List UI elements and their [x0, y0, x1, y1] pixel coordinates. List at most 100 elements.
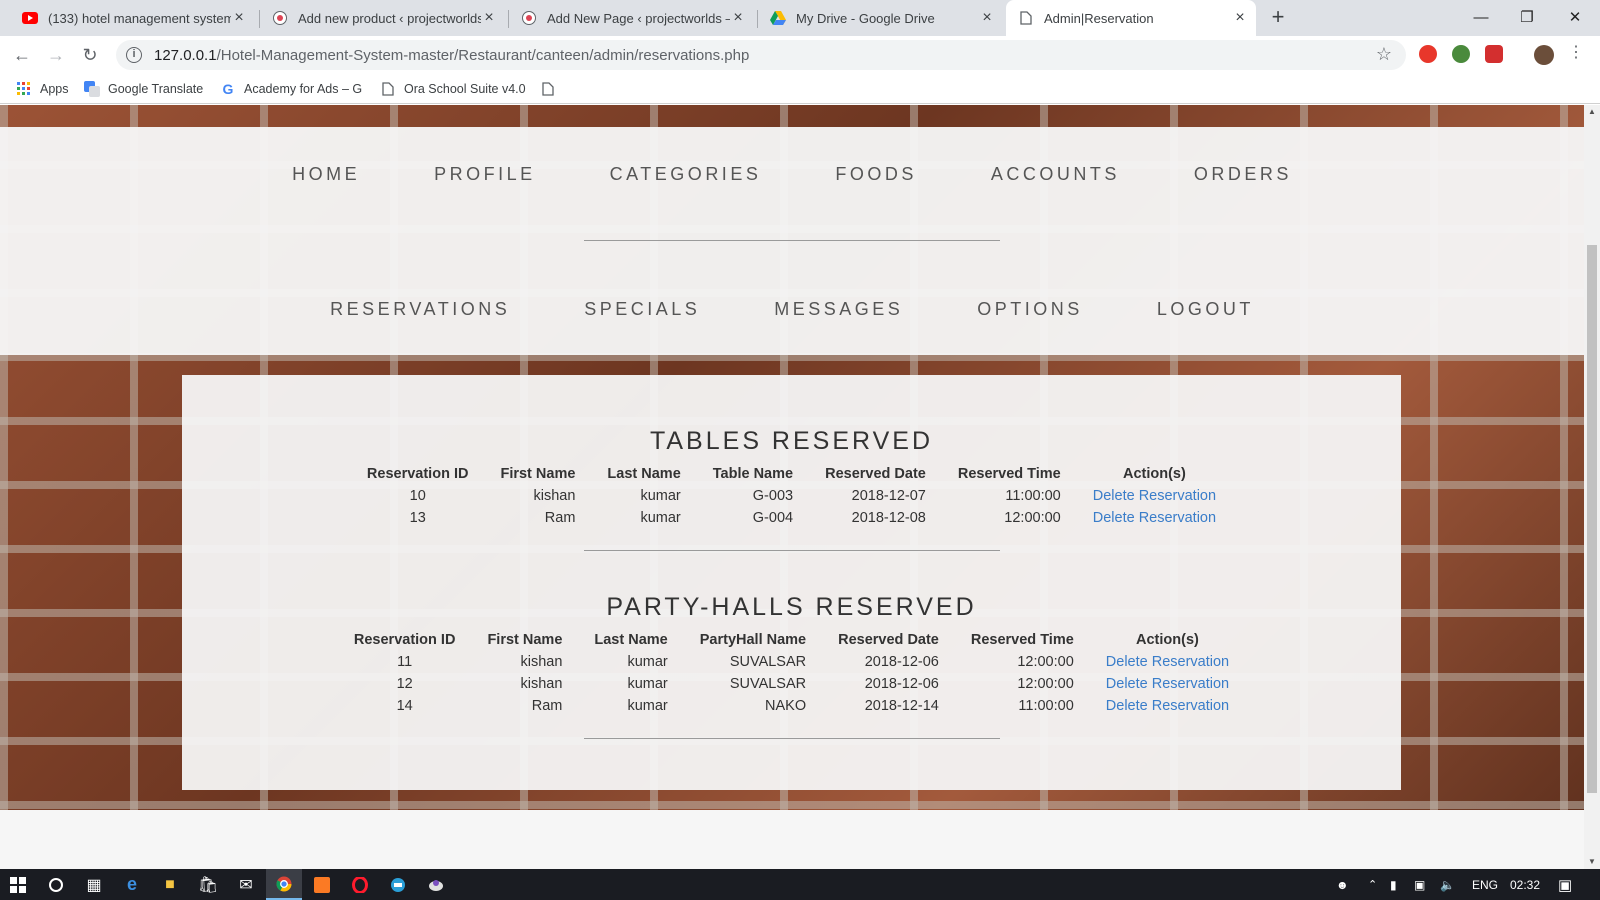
- table-row: 12 kishan kumar SUVALSAR 2018-12-06 12:0…: [338, 673, 1245, 695]
- column-header: Reserved Date: [825, 466, 926, 482]
- delete-reservation-link[interactable]: Delete Reservation: [1090, 673, 1245, 695]
- bookmark-star-icon[interactable]: ☆: [1376, 44, 1392, 65]
- volume-icon[interactable]: 🔈: [1440, 869, 1455, 900]
- opera-taskbar-icon[interactable]: [342, 869, 378, 900]
- page-scrollbar[interactable]: ▲ ▼: [1584, 105, 1600, 869]
- delete-reservation-link[interactable]: Delete Reservation: [1090, 651, 1245, 673]
- party-halls-reserved-table: Reservation ID First Name Last Name Part…: [338, 629, 1245, 717]
- tab-title: My Drive - Google Drive: [796, 10, 935, 26]
- table-row: 10 kishan kumar G-003 2018-12-07 11:00:0…: [351, 485, 1232, 507]
- table-name-cell: G-004: [752, 510, 794, 526]
- reservation-id-cell: 10: [409, 488, 426, 504]
- column-header: Table Name: [712, 466, 794, 482]
- tab-title: Add New Page ‹ projectworlds —: [547, 10, 730, 26]
- page-icon: [540, 81, 556, 97]
- column-header: Action(s): [1136, 632, 1199, 648]
- forward-icon[interactable]: →: [44, 43, 68, 67]
- delete-reservation-link[interactable]: Delete Reservation: [1090, 695, 1245, 717]
- nav-logout[interactable]: LOGOUT: [1157, 299, 1254, 320]
- browser-toolbar: ← → ↻ i 127.0.0.1/Hotel-Management-Syste…: [0, 36, 1600, 74]
- delete-reservation-link[interactable]: Delete Reservation: [1077, 507, 1232, 529]
- close-tab-icon[interactable]: ×: [481, 10, 497, 26]
- nav-home[interactable]: HOME: [292, 164, 360, 185]
- app-taskbar-icon[interactable]: [418, 869, 454, 900]
- last-name-cell: kumar: [627, 698, 668, 714]
- last-name-cell: kumar: [640, 488, 681, 504]
- last-name-cell: kumar: [640, 510, 681, 526]
- nav-options[interactable]: OPTIONS: [977, 299, 1083, 320]
- back-icon[interactable]: ←: [10, 43, 34, 67]
- bookmark-ora-school-suite[interactable]: Ora School Suite v4.0: [380, 80, 526, 98]
- bookmark-google-translate[interactable]: Google Translate: [84, 80, 203, 98]
- chrome-taskbar-icon[interactable]: [266, 869, 302, 900]
- restore-icon[interactable]: ❐: [1504, 0, 1550, 34]
- nav-orders[interactable]: ORDERS: [1194, 164, 1292, 185]
- windows-start-icon[interactable]: [0, 869, 36, 900]
- battery-icon[interactable]: ▮: [1390, 869, 1397, 900]
- reservation-id-cell: 11: [397, 654, 413, 670]
- nav-specials[interactable]: SPECIALS: [584, 299, 700, 320]
- people-icon[interactable]: ☻: [1336, 869, 1349, 900]
- chevron-up-icon[interactable]: ⌃: [1368, 869, 1377, 900]
- close-tab-icon[interactable]: ×: [979, 10, 995, 26]
- network-icon[interactable]: ▣: [1414, 869, 1425, 900]
- globe-extension-icon[interactable]: [1452, 45, 1470, 63]
- task-view-icon[interactable]: ▦: [76, 869, 112, 900]
- bookmark-apps[interactable]: Apps: [16, 80, 69, 98]
- close-tab-icon[interactable]: ×: [231, 10, 247, 26]
- edge-browser-icon[interactable]: e: [114, 869, 150, 900]
- nav-accounts[interactable]: ACCOUNTS: [991, 164, 1120, 185]
- nav-categories[interactable]: CATEGORIES: [610, 164, 762, 185]
- nav-foods[interactable]: FOODS: [835, 164, 917, 185]
- reserved-time-cell: 12:00:00: [1004, 510, 1061, 526]
- address-bar[interactable]: i 127.0.0.1/Hotel-Management-System-mast…: [116, 40, 1406, 70]
- new-tab-button[interactable]: +: [1266, 6, 1290, 30]
- scrollbar-thumb[interactable]: [1587, 245, 1597, 793]
- nav-messages[interactable]: MESSAGES: [774, 299, 903, 320]
- table-header-row: Reservation ID First Name Last Name Part…: [338, 629, 1245, 651]
- tab-youtube[interactable]: (133) hotel management system ×: [10, 0, 255, 36]
- party-halls-reserved-heading: PARTY-HALLS RESERVED: [606, 593, 977, 621]
- close-window-icon[interactable]: ✕: [1552, 0, 1598, 34]
- xampp-icon[interactable]: [304, 869, 340, 900]
- mail-icon[interactable]: ✉: [228, 869, 264, 900]
- nav-reservations[interactable]: RESERVATIONS: [330, 299, 510, 320]
- scroll-up-arrow-icon[interactable]: ▲: [1584, 105, 1600, 119]
- close-tab-icon[interactable]: ×: [1232, 10, 1248, 26]
- delete-reservation-link[interactable]: Delete Reservation: [1077, 485, 1232, 507]
- file-explorer-icon[interactable]: ■: [152, 869, 188, 900]
- ib-extension-icon[interactable]: [1485, 45, 1503, 63]
- cortana-search-icon[interactable]: [38, 869, 74, 900]
- profile-avatar[interactable]: [1534, 45, 1554, 65]
- tab-google-drive[interactable]: My Drive - Google Drive ×: [758, 0, 1003, 36]
- menu-kebab-icon[interactable]: ⋮: [1568, 45, 1584, 63]
- minimize-icon[interactable]: —: [1458, 0, 1504, 34]
- column-header: Reserved Date: [838, 632, 939, 648]
- tab-add-page[interactable]: Add New Page ‹ projectworlds — ×: [509, 0, 754, 36]
- tab-title: Add new product ‹ projectworlds: [298, 10, 481, 26]
- store-icon[interactable]: 🛍: [190, 869, 226, 900]
- scroll-down-arrow-icon[interactable]: ▼: [1584, 855, 1600, 869]
- section-divider: [584, 550, 1000, 551]
- column-header: Reservation ID: [366, 466, 469, 482]
- bookmark-label: Ora School Suite v4.0: [404, 82, 526, 96]
- nav-profile[interactable]: PROFILE: [434, 164, 536, 185]
- column-header: Reservation ID: [353, 632, 456, 648]
- clock[interactable]: 02:32: [1510, 869, 1540, 900]
- url-host: 127.0.0.1: [154, 46, 217, 64]
- bookmark-untitled[interactable]: [540, 80, 564, 98]
- bookmarks-bar: Apps Google Translate G Academy for Ads …: [0, 74, 1600, 104]
- info-icon[interactable]: i: [126, 47, 142, 63]
- tab-admin-reservation[interactable]: Admin|Reservation ×: [1006, 0, 1256, 36]
- browser-tab-strip: (133) hotel management system × Add new …: [0, 0, 1600, 36]
- close-tab-icon[interactable]: ×: [730, 10, 746, 26]
- bookmark-academy-for-ads[interactable]: G Academy for Ads – G: [220, 80, 363, 98]
- nav-row-primary: HOME PROFILE CATEGORIES FOODS ACCOUNTS O…: [0, 164, 1584, 185]
- bookmark-label: Apps: [40, 82, 69, 96]
- reload-icon[interactable]: ↻: [78, 43, 102, 67]
- language-indicator[interactable]: ENG: [1472, 869, 1498, 900]
- app-taskbar-icon[interactable]: [380, 869, 416, 900]
- tab-add-product[interactable]: Add new product ‹ projectworlds ×: [260, 0, 505, 36]
- notifications-icon[interactable]: ▣: [1558, 869, 1572, 900]
- opera-extension-icon[interactable]: [1419, 45, 1437, 63]
